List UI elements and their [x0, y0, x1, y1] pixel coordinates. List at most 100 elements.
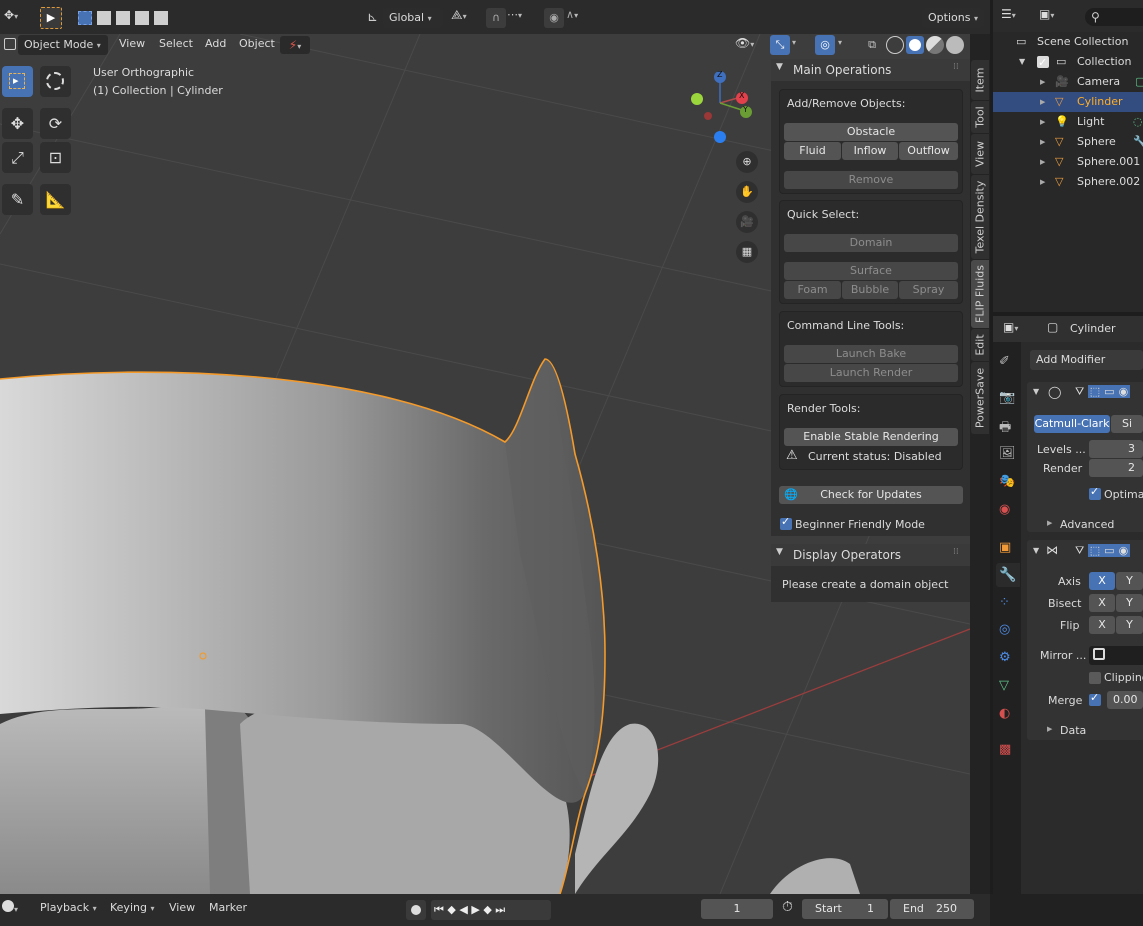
- expand-right-icon[interactable]: ▶: [1040, 92, 1045, 112]
- timeline-editor-type-icon[interactable]: ▾: [2, 900, 26, 918]
- output-properties-tab-icon[interactable]: 🖶: [999, 418, 1011, 440]
- overlay-toggle-icon[interactable]: ◎: [815, 35, 835, 55]
- tab-powersave[interactable]: PowerSave: [971, 362, 989, 434]
- select-mode-subtract-icon[interactable]: [116, 11, 130, 25]
- select-mode-intersect-icon[interactable]: [154, 11, 168, 25]
- expand-right-icon[interactable]: ▶: [1040, 132, 1045, 152]
- add-modifier-dropdown[interactable]: Add Modifier: [1030, 350, 1143, 370]
- zoom-icon[interactable]: ⊕: [736, 151, 758, 173]
- overlay-dropdown-icon[interactable]: ▾: [838, 35, 852, 55]
- clipping-checkbox[interactable]: [1089, 672, 1101, 684]
- display-mode-icon[interactable]: ▣▾: [1039, 7, 1054, 21]
- editor-type-icon[interactable]: ✥▾: [4, 8, 26, 26]
- gizmo-toggle-icon[interactable]: ⤡: [770, 35, 790, 55]
- flip-x-toggle[interactable]: X: [1089, 616, 1115, 634]
- tab-texel-density[interactable]: Texel Density: [971, 175, 989, 259]
- options-dropdown[interactable]: Options ▾: [922, 8, 984, 28]
- render-properties-tab-icon[interactable]: 📷: [999, 390, 1015, 405]
- bisect-y-toggle[interactable]: Y: [1116, 594, 1143, 612]
- prev-keyframe-icon[interactable]: ◆: [447, 903, 455, 916]
- drag-grip-icon-2[interactable]: ⁞⁞: [953, 547, 959, 557]
- tab-view[interactable]: View: [971, 134, 989, 174]
- tab-tool[interactable]: Tool: [971, 101, 989, 133]
- launch-bake-button[interactable]: Launch Bake: [784, 345, 958, 363]
- clock-icon[interactable]: ⏱: [782, 899, 793, 915]
- outliner-item-sphere-001[interactable]: ▶ ▽ Sphere.001: [993, 152, 1143, 172]
- timeline-marker-menu[interactable]: Marker: [209, 898, 247, 918]
- expand-right-icon[interactable]: ▶: [1040, 152, 1045, 172]
- axis-x-toggle[interactable]: X: [1089, 572, 1115, 590]
- constraints-tab-icon[interactable]: ⚙: [999, 650, 1011, 665]
- gizmo-dropdown-icon[interactable]: ▾: [792, 35, 806, 55]
- expand-right-icon[interactable]: ▶: [1040, 112, 1045, 132]
- levels-field[interactable]: 3: [1089, 440, 1143, 458]
- flip-fluids-menu-icon[interactable]: ⚡▾: [280, 36, 310, 54]
- spray-select-button[interactable]: Spray: [899, 281, 958, 299]
- navigation-gizmo[interactable]: Z X Y: [688, 67, 758, 147]
- expand-right-icon-data[interactable]: ▶: [1047, 725, 1052, 733]
- jump-start-icon[interactable]: ⏮: [434, 903, 444, 916]
- mirror-toggles[interactable]: ⛛ ⬚ ▭ ◉: [1075, 544, 1143, 560]
- surface-select-button[interactable]: Surface: [784, 262, 958, 280]
- tool-cursor[interactable]: [40, 66, 71, 97]
- collapse-down-icon-4[interactable]: ▼: [1033, 546, 1039, 555]
- optimal-display-checkbox[interactable]: [1089, 485, 1101, 500]
- expand-right-icon[interactable]: ▶: [1040, 172, 1045, 192]
- pan-hand-icon[interactable]: ✋: [736, 181, 758, 203]
- display-operators-header[interactable]: ▼ Display Operators ⁞⁞: [771, 544, 970, 566]
- outliner-item-cylinder[interactable]: ▶ ▽ Cylinder: [993, 92, 1143, 112]
- outflow-button[interactable]: Outflow: [899, 142, 958, 160]
- current-frame-field[interactable]: 1: [701, 899, 773, 919]
- outliner-item-light[interactable]: ▶ 💡 Light ◌: [993, 112, 1143, 132]
- enable-stable-rendering-button[interactable]: Enable Stable Rendering: [784, 428, 958, 446]
- obstacle-button[interactable]: Obstacle: [784, 123, 958, 141]
- properties-editor-type-icon[interactable]: ▣▾: [1003, 320, 1018, 334]
- snap-target-icon[interactable]: ⋯▾: [507, 8, 537, 28]
- record-icon[interactable]: [406, 900, 426, 920]
- camera-view-icon[interactable]: 🎥: [736, 211, 758, 233]
- select-mode-invert-icon[interactable]: [135, 11, 149, 25]
- menu-view[interactable]: View: [119, 34, 145, 54]
- merge-checkbox[interactable]: [1089, 691, 1101, 706]
- tab-edit[interactable]: Edit: [971, 329, 989, 361]
- outliner-item-sphere[interactable]: ▶ ▽ Sphere 🔧: [993, 132, 1143, 152]
- particles-tab-icon[interactable]: ⁘: [999, 595, 1010, 610]
- tool-rotate[interactable]: ⟳: [40, 108, 71, 139]
- shading-rendered-icon[interactable]: [946, 36, 964, 54]
- select-tool-icon[interactable]: ▶: [40, 7, 62, 29]
- editor-type-3dview-icon[interactable]: [4, 38, 16, 50]
- playback-menu[interactable]: Playback ▾: [34, 898, 104, 918]
- simple-button[interactable]: Si: [1111, 415, 1143, 433]
- next-keyframe-icon[interactable]: ◆: [483, 903, 491, 916]
- collection-exclude-checkbox[interactable]: [1037, 53, 1049, 73]
- tool-move[interactable]: ✥: [2, 108, 33, 139]
- view-layer-tab-icon[interactable]: 🖼: [999, 446, 1016, 461]
- foam-select-button[interactable]: Foam: [784, 281, 841, 299]
- jump-end-icon[interactable]: ⏭: [495, 903, 505, 916]
- shading-material-icon[interactable]: [926, 36, 944, 54]
- flip-y-toggle[interactable]: Y: [1116, 616, 1143, 634]
- outliner-editor-type-icon[interactable]: ☰▾: [1001, 7, 1016, 21]
- pivot-point-icon[interactable]: ⟁▾: [451, 8, 481, 28]
- mirror-object-field[interactable]: [1089, 646, 1143, 665]
- shading-wireframe-icon[interactable]: [886, 36, 904, 54]
- start-frame-field[interactable]: Start 1: [802, 899, 888, 919]
- menu-select[interactable]: Select: [159, 34, 193, 54]
- remove-button[interactable]: Remove: [784, 171, 958, 189]
- expand-right-icon[interactable]: ▶: [1040, 72, 1045, 92]
- beginner-mode-checkbox[interactable]: [780, 515, 792, 530]
- proportional-edit-icon[interactable]: ◉: [544, 8, 564, 28]
- merge-distance-field[interactable]: 0.00: [1107, 691, 1143, 709]
- scene-tab-icon[interactable]: 🎭: [999, 474, 1015, 489]
- main-operations-header[interactable]: ▼ Main Operations ⁞⁞: [771, 59, 970, 81]
- menu-object[interactable]: Object: [239, 34, 275, 54]
- expand-down-icon[interactable]: ▼: [1019, 52, 1025, 72]
- collapse-down-icon-3[interactable]: ▼: [1033, 387, 1039, 396]
- modifier-tab-icon[interactable]: 🔧: [996, 563, 1020, 587]
- outliner-scene-collection[interactable]: ▭ Scene Collection: [993, 32, 1143, 52]
- interaction-mode-dropdown[interactable]: Object Mode ▾: [18, 35, 108, 55]
- outliner-search-field[interactable]: ⚲: [1085, 8, 1143, 26]
- select-mode-new-icon[interactable]: [78, 11, 92, 25]
- play-reverse-icon[interactable]: ◀: [459, 903, 467, 916]
- object-tab-icon[interactable]: ▣: [999, 540, 1011, 555]
